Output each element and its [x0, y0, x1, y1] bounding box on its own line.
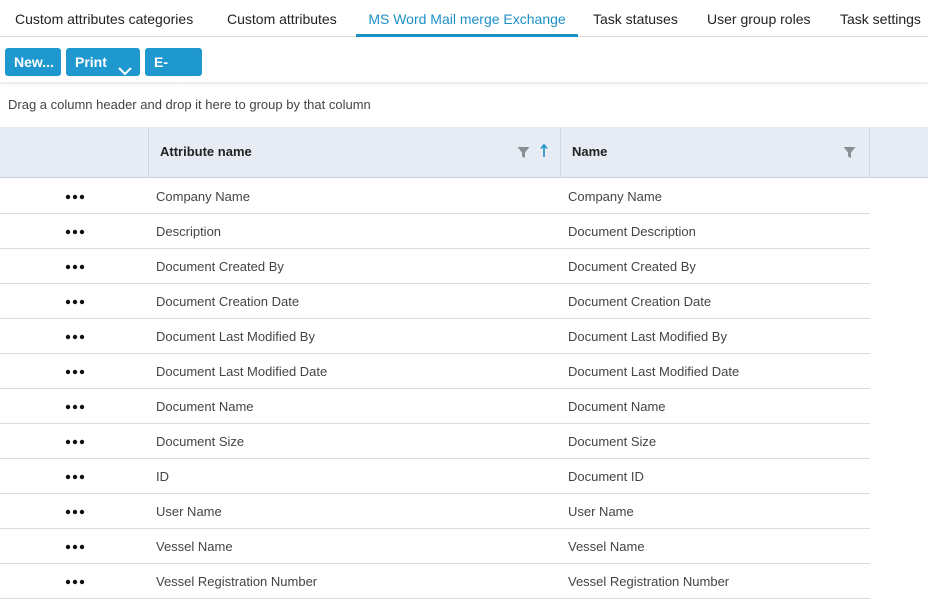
- group-panel-hint[interactable]: Drag a column header and drop it here to…: [8, 97, 371, 112]
- sort-ascending-icon[interactable]: [539, 143, 549, 163]
- cell-name: User Name: [568, 504, 634, 519]
- cell-attribute-name: Document Size: [156, 434, 245, 449]
- cell-attribute-name: Vessel Registration Number: [156, 574, 318, 589]
- cell-attribute-name: Document Created By: [156, 259, 284, 274]
- table-row[interactable]: Document Creation Date Document Creation …: [0, 284, 870, 319]
- row-actions-menu-icon[interactable]: [65, 189, 85, 204]
- row-actions-menu-icon[interactable]: [65, 294, 85, 309]
- row-actions-menu-icon[interactable]: [65, 224, 85, 239]
- cell-name: Vessel Registration Number: [568, 574, 730, 589]
- row-actions-menu-icon[interactable]: [65, 539, 85, 554]
- table-row[interactable]: Document Last Modified By Document Last M…: [0, 319, 870, 354]
- tab-bar: Custom attributes categories Custom attr…: [0, 0, 928, 37]
- new-button[interactable]: New...: [5, 48, 61, 76]
- row-actions-menu-icon[interactable]: [65, 574, 85, 589]
- filter-icon[interactable]: [517, 146, 530, 164]
- table-row[interactable]: Vessel Name Vessel Name: [0, 529, 870, 564]
- row-actions-menu-icon[interactable]: [65, 329, 85, 344]
- cell-attribute-name: ID: [156, 469, 169, 484]
- column-divider: [560, 127, 561, 178]
- table-row[interactable]: Document Created By Document Created By: [0, 249, 870, 284]
- table-row[interactable]: Document Name Document Name: [0, 389, 870, 424]
- chevron-down-icon: [118, 57, 132, 85]
- tab-custom-attributes-categories[interactable]: Custom attributes categories: [15, 0, 193, 37]
- table-row[interactable]: Vessel Registration Number Vessel Registr…: [0, 564, 870, 599]
- cell-attribute-name: Document Name: [156, 399, 254, 414]
- cell-attribute-name: User Name: [156, 504, 222, 519]
- cell-attribute-name: Company Name: [156, 189, 250, 204]
- column-divider: [869, 127, 870, 178]
- table-row[interactable]: Company Name Company Name: [0, 179, 870, 214]
- column-header-name[interactable]: Name: [572, 127, 862, 177]
- cell-name: Document ID: [568, 469, 644, 484]
- row-actions-menu-icon[interactable]: [65, 469, 85, 484]
- grid-header: Attribute name Name: [0, 127, 928, 178]
- table-row[interactable]: Description Document Description: [0, 214, 870, 249]
- print-button[interactable]: Print: [66, 48, 140, 76]
- cell-attribute-name: Document Creation Date: [156, 294, 300, 309]
- tab-custom-attributes[interactable]: Custom attributes: [227, 0, 337, 37]
- row-actions-menu-icon[interactable]: [65, 364, 85, 379]
- cell-attribute-name: Document Last Modified Date: [156, 364, 328, 379]
- email-button[interactable]: E-mail: [145, 48, 202, 98]
- row-actions-menu-icon[interactable]: [65, 259, 85, 274]
- toolbar: New... Print E-mail: [0, 38, 928, 98]
- cell-name: Vessel Name: [568, 539, 645, 554]
- row-actions-menu-icon[interactable]: [65, 434, 85, 449]
- cell-name: Document Last Modified By: [568, 329, 727, 344]
- filter-icon[interactable]: [843, 146, 856, 164]
- column-header-label: Attribute name: [160, 144, 252, 159]
- tab-user-group-roles[interactable]: User group roles: [707, 0, 811, 37]
- cell-name: Company Name: [568, 189, 662, 204]
- cell-name: Document Created By: [568, 259, 696, 274]
- tab-ms-word-mail-merge-exchange[interactable]: MS Word Mail merge Exchange: [356, 0, 578, 37]
- table-row[interactable]: ID Document ID: [0, 459, 870, 494]
- tab-task-statuses[interactable]: Task statuses: [593, 0, 678, 37]
- cell-name: Document Last Modified Date: [568, 364, 740, 379]
- new-button-label: New...: [14, 54, 54, 70]
- cell-attribute-name: Description: [156, 224, 222, 239]
- cell-name: Document Size: [568, 434, 657, 449]
- tab-task-settings[interactable]: Task settings: [840, 0, 921, 37]
- cell-name: Document Description: [568, 224, 696, 239]
- row-actions-menu-icon[interactable]: [65, 399, 85, 414]
- table-row[interactable]: User Name User Name: [0, 494, 870, 529]
- column-divider: [148, 127, 149, 178]
- table-row[interactable]: Document Last Modified Date Document Last…: [0, 354, 870, 389]
- cell-name: Document Creation Date: [568, 294, 712, 309]
- print-button-label: Print: [75, 54, 107, 70]
- column-header-label: Name: [572, 144, 608, 159]
- row-actions-menu-icon[interactable]: [65, 504, 85, 519]
- column-header-attribute-name[interactable]: Attribute name: [160, 127, 560, 177]
- table-row[interactable]: Document Size Document Size: [0, 424, 870, 459]
- cell-attribute-name: Vessel Name: [156, 539, 233, 554]
- cell-attribute-name: Document Last Modified By: [156, 329, 315, 344]
- email-button-label: E-mail: [154, 54, 183, 98]
- cell-name: Document Name: [568, 399, 666, 414]
